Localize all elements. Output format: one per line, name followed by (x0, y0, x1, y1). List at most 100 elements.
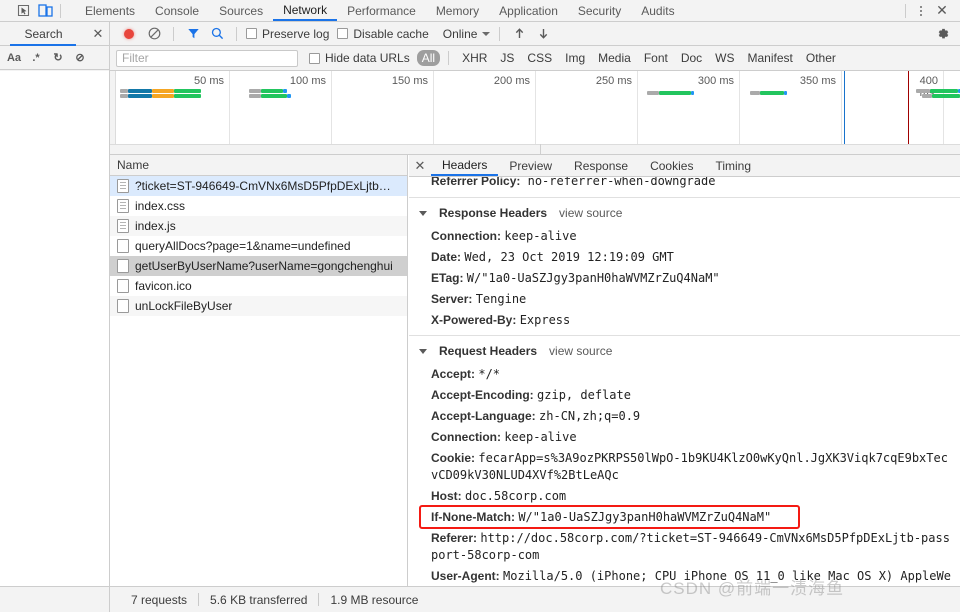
filter-chip-js[interactable]: JS (495, 50, 519, 66)
disable-cache-label: Disable cache (353, 26, 429, 41)
filter-chip-css[interactable]: CSS (522, 50, 557, 66)
chip-label: Manifest (747, 51, 793, 65)
chevron-down-icon (482, 31, 491, 36)
table-row[interactable]: favicon.ico (110, 276, 407, 296)
table-row[interactable]: getUserByUserName?userName=gongchenghui (110, 256, 407, 276)
tab-console[interactable]: Console (145, 0, 209, 21)
overview-waterfall-bar (174, 89, 201, 93)
overview-tick-label: 250 ms (595, 75, 632, 87)
overview-gridline (331, 71, 332, 154)
header-row: Referer: http://doc.58corp.com/?ticket=S… (409, 528, 960, 566)
request-headers-section-title[interactable]: Request Headers view source (409, 336, 960, 364)
request-list: Name ?ticket=ST-946649-CmVNx6MsD5PfpDExL… (110, 155, 408, 586)
overview-tick-label: 350 ms (799, 75, 836, 87)
network-overview-timeline[interactable]: 50 ms 100 ms 150 ms 200 ms 250 ms 300 ms 350 m… (110, 71, 960, 155)
filter-icon[interactable] (183, 25, 203, 43)
chip-label: XHR (462, 51, 488, 65)
request-name: ?ticket=ST-946649-CmVNx6MsD5PfpDExLjtb… (135, 179, 391, 193)
overview-tick-label: 100 ms (289, 75, 326, 87)
overview-waterfall-bar (932, 94, 960, 98)
filter-chip-ws[interactable]: WS (710, 50, 739, 66)
import-har-icon[interactable] (509, 25, 529, 43)
chevron-down-icon (419, 210, 427, 216)
search-icon[interactable] (207, 25, 227, 43)
header-row: X-Powered-By: Express (409, 310, 960, 331)
drawer-close-icon[interactable]: ✕ (87, 26, 109, 42)
drawer-tab-search[interactable]: Search (0, 22, 87, 46)
detail-tab-headers[interactable]: Headers (431, 155, 499, 176)
drawer-tab-label: Search (24, 26, 63, 41)
filter-chip-manifest[interactable]: Manifest (743, 50, 798, 66)
table-row[interactable]: index.js (110, 216, 407, 236)
view-source-link[interactable]: view source (549, 344, 612, 358)
filter-chip-media[interactable]: Media (593, 50, 636, 66)
tab-elements[interactable]: Elements (75, 0, 145, 21)
toolbar-divider (60, 3, 61, 18)
response-headers-section-title[interactable]: Response Headers view source (409, 198, 960, 226)
preserve-log-checkbox[interactable]: Preserve log (246, 27, 329, 41)
chip-label: Font (643, 51, 668, 65)
tab-memory[interactable]: Memory (426, 0, 489, 21)
device-toolbar-icon[interactable] (34, 2, 56, 20)
toolbar-divider (499, 26, 501, 41)
filter-input[interactable] (116, 49, 298, 67)
detail-tab-response[interactable]: Response (563, 155, 639, 176)
detail-tab-preview[interactable]: Preview (498, 155, 563, 176)
tab-performance[interactable]: Performance (337, 0, 426, 21)
export-har-icon[interactable] (533, 25, 553, 43)
filter-chip-xhr[interactable]: XHR (457, 50, 492, 66)
table-row[interactable]: queryAllDocs?page=1&name=undefined (110, 236, 407, 256)
filter-chip-img[interactable]: Img (560, 50, 590, 66)
tab-label: Application (499, 3, 558, 18)
match-case-icon[interactable]: Aa (4, 49, 24, 67)
detail-close-icon[interactable]: ✕ (409, 155, 431, 176)
devtools-window: Elements Console Sources Network Perform… (0, 0, 960, 612)
filter-chip-other[interactable]: Other (801, 50, 841, 66)
header-value: keep-alive (504, 430, 577, 444)
disable-cache-checkbox[interactable]: Disable cache (337, 26, 429, 41)
clear-search-icon[interactable]: ⊘ (70, 49, 90, 67)
chip-label: CSS (527, 51, 553, 65)
header-key: Host: (431, 489, 465, 503)
detail-tab-timing[interactable]: Timing (704, 155, 762, 176)
regex-icon[interactable]: .* (26, 49, 46, 67)
filter-chip-all[interactable]: All (416, 50, 441, 66)
request-list-header[interactable]: Name (110, 155, 407, 176)
table-row[interactable]: unLockFileByUser (110, 296, 407, 316)
tab-audits[interactable]: Audits (631, 0, 684, 21)
tab-network[interactable]: Network (273, 0, 338, 21)
header-value: Mozilla/5.0 (iPhone; CPU iPhone OS 11_0 … (503, 569, 951, 583)
clear-requests-icon[interactable] (144, 25, 164, 43)
hide-data-urls-checkbox[interactable]: Hide data URLs (309, 51, 410, 65)
overview-waterfall-bar (152, 94, 174, 98)
table-row[interactable]: ?ticket=ST-946649-CmVNx6MsD5PfpDExLjtb… (110, 176, 407, 196)
overview-waterfall-bar (261, 94, 287, 98)
overview-waterfall-bar (249, 89, 261, 93)
inspect-element-icon[interactable] (12, 2, 34, 20)
settings-gear-icon[interactable] (932, 25, 954, 43)
devtools-tab-list: Elements Console Sources Network Perform… (75, 0, 685, 21)
refresh-icon[interactable]: ↻ (48, 49, 68, 67)
view-source-link[interactable]: view source (559, 206, 622, 220)
header-value: zh-CN,zh;q=0.9 (539, 409, 641, 423)
table-row[interactable]: index.css (110, 196, 407, 216)
overview-waterfall-bar (120, 94, 128, 98)
detail-tab-cookies[interactable]: Cookies (639, 155, 704, 176)
filter-chip-doc[interactable]: Doc (676, 50, 707, 66)
overview-waterfall-bar (659, 91, 691, 95)
filter-chip-font[interactable]: Font (639, 50, 673, 66)
close-devtools-icon[interactable]: ✕ (932, 2, 952, 20)
record-button[interactable] (124, 28, 134, 39)
tab-security[interactable]: Security (568, 0, 631, 21)
devtools-tabbar: Elements Console Sources Network Perform… (0, 0, 960, 22)
section-title-label: Request Headers (439, 344, 538, 358)
tab-sources[interactable]: Sources (209, 0, 273, 21)
header-key: Accept-Encoding: (431, 388, 538, 402)
throttling-select[interactable]: Online (443, 27, 491, 41)
header-value: gzip, deflate (537, 388, 631, 402)
checkbox-box (309, 52, 320, 64)
tab-application[interactable]: Application (489, 0, 568, 21)
overview-scrollbar[interactable] (110, 144, 960, 154)
overview-event-marker (844, 71, 845, 154)
more-options-icon[interactable] (912, 2, 930, 20)
